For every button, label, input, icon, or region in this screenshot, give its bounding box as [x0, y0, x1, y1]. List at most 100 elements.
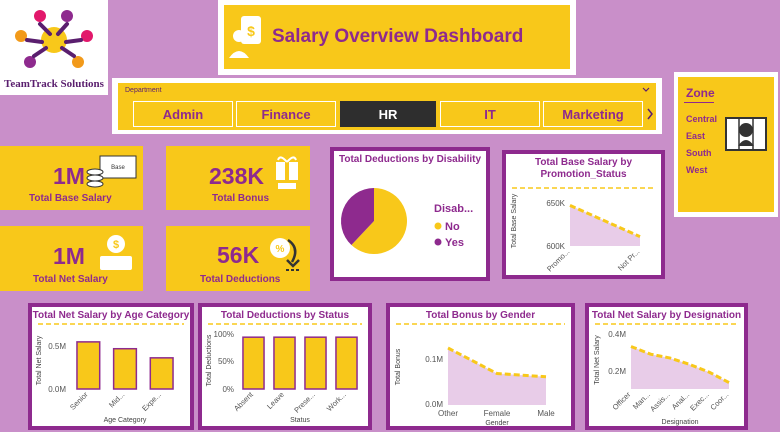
zone-title: Zone [686, 86, 715, 100]
y-tick-label: 0.0M [425, 400, 443, 409]
x-tick-label: Assis... [648, 390, 671, 413]
dept-option-finance[interactable]: Finance [236, 101, 336, 127]
bar [335, 336, 358, 390]
pie-chart: Disab... No Yes [341, 188, 473, 254]
x-tick-label: Coor... [708, 390, 730, 412]
x-tick-label: Female [484, 409, 511, 418]
x-axis-label: Gender [485, 420, 509, 426]
x-tick-label: Expe... [140, 390, 163, 413]
kpi-total-net-salary: 1M Total Net Salary $ [0, 226, 143, 291]
x-tick-label: Exec... [688, 390, 711, 413]
bar-chart: Senior Mid... Expe... 0.5M 0.0M Total Net Sal… [36, 323, 184, 424]
deduction-icon: % [270, 238, 300, 271]
y-axis-label: Total Deductions [206, 334, 213, 386]
y-axis-label: Total Net Salary [594, 335, 601, 385]
chevron-down-icon[interactable] [642, 87, 650, 93]
y-axis-label: Total Net Salary [36, 335, 43, 385]
kpi-net-salary-value: 1M [53, 243, 85, 269]
x-tick-label: Absent [232, 389, 256, 413]
svg-text:Base: Base [111, 165, 125, 171]
zone-item-west[interactable]: West [686, 165, 707, 175]
kpi-total-base-salary: 1M Total Base Salary Base [0, 146, 143, 210]
y-tick-label: 0.5M [48, 342, 66, 351]
kpi-bonus-value: 238K [209, 163, 264, 189]
kpi-deductions-label: Total Deductions [200, 274, 281, 285]
x-tick-label: Anal... [670, 390, 691, 411]
chart-deductions-by-status: Total Deductions by Status Absent Leave Pr… [198, 303, 372, 430]
x-tick-label: Work... [325, 390, 348, 413]
y-tick-label: 50% [218, 357, 234, 366]
bar [149, 357, 174, 390]
cash-stack-icon: Base [86, 155, 137, 188]
chart-base-salary-by-promotion: Total Base Salary by Promotion_Status 65… [502, 150, 665, 279]
area-chart: 650K600KPromo... Not Pr...Total Base Sala… [511, 187, 655, 273]
kpi-base-salary-value: 1M [53, 163, 85, 189]
kpi-net-salary-label: Total Net Salary [33, 274, 108, 285]
x-tick-label: Male [537, 409, 555, 418]
y-tick-label: 0.4M [608, 330, 626, 339]
area-chart: 0.4M0.2MOfficerMan...Assis...Anal...Exec… [594, 323, 738, 426]
y-tick-label: 0.1M [425, 355, 443, 364]
logo: TeamTrack Solutions [0, 0, 108, 95]
x-tick-label: Prese... [292, 390, 317, 415]
kpi-total-deductions: 56K Total Deductions % [166, 226, 310, 291]
bar [304, 336, 327, 390]
area-chart: 0.1M 0.0MOther Female Male Total Bonus Gender [395, 323, 565, 426]
pie-legend-title: Disab... [434, 203, 473, 215]
x-tick-label: Promo... [545, 247, 571, 273]
bar [112, 347, 138, 390]
logo-icon [15, 10, 93, 68]
pie-legend-label: No [445, 221, 460, 233]
pie-legend-marker [434, 222, 442, 230]
x-axis-label: Designation [662, 419, 699, 426]
y-tick-label: 650K [546, 199, 565, 208]
svg-text:$: $ [247, 23, 255, 39]
kpi-total-bonus: 238K Total Bonus [166, 146, 310, 210]
payment-icon: $ [100, 235, 132, 270]
svg-text:%: % [276, 244, 285, 255]
dept-option-hr[interactable]: HR [340, 101, 436, 127]
x-tick-label: Officer [611, 390, 633, 412]
x-axis-label: Status [290, 417, 310, 424]
dept-option-marketing[interactable]: Marketing [543, 101, 643, 127]
y-axis-label: Total Bonus [395, 348, 402, 385]
bar-chart: Absent Leave Prese... Work... 100% 50% 0% Total… [206, 323, 362, 424]
page-title: Salary Overview Dashboard [272, 26, 524, 47]
zone-item-south[interactable]: South [686, 148, 712, 158]
chart-bonus-by-gender: Total Bonus by Gender 0.1M 0.0M Other Femal… [386, 303, 575, 430]
brand-name: TeamTrack Solutions [4, 78, 104, 90]
zone-divider [684, 102, 714, 103]
y-tick-label: 0% [222, 385, 234, 394]
kpi-bonus-label: Total Bonus [212, 193, 270, 204]
y-tick-label: 0.0M [48, 385, 66, 394]
dept-option-admin[interactable]: Admin [133, 101, 233, 127]
svg-text:$: $ [113, 239, 119, 251]
zone-item-central[interactable]: Central [686, 114, 717, 124]
x-tick-label: Other [438, 409, 458, 418]
department-label: Department [125, 87, 162, 94]
kpi-base-salary-label: Total Base Salary [29, 193, 112, 204]
kpi-deductions-value: 56K [217, 242, 260, 268]
dept-option-it[interactable]: IT [440, 101, 540, 127]
x-tick-label: Not Pr... [616, 247, 642, 273]
chart-net-salary-by-age: Total Net Salary by Age Category Senior M… [28, 303, 194, 430]
chart-deductions-by-disability: Total Deductions by Disability Disab... N… [330, 147, 490, 281]
gift-icon [276, 156, 298, 189]
area-fill [448, 348, 546, 405]
x-tick-label: Senior [68, 390, 90, 412]
map-icon [725, 117, 767, 151]
zone-item-east[interactable]: East [686, 131, 705, 141]
pie-legend-label: Yes [445, 237, 464, 249]
x-tick-label: Mid... [107, 390, 126, 409]
y-tick-label: 100% [214, 330, 234, 339]
bar [76, 341, 101, 390]
x-tick-label: Leave [265, 390, 286, 411]
y-tick-label: 0.2M [608, 367, 626, 376]
chart-net-salary-by-designation: Total Net Salary by Designation 0.4M 0.2M… [585, 303, 748, 430]
x-axis-label: Age Category [104, 417, 147, 424]
salary-icon: $ [229, 16, 261, 58]
bar [273, 336, 296, 390]
chevron-right-icon[interactable] [646, 108, 654, 120]
area-fill [631, 346, 729, 389]
pie-legend-marker [434, 238, 442, 246]
